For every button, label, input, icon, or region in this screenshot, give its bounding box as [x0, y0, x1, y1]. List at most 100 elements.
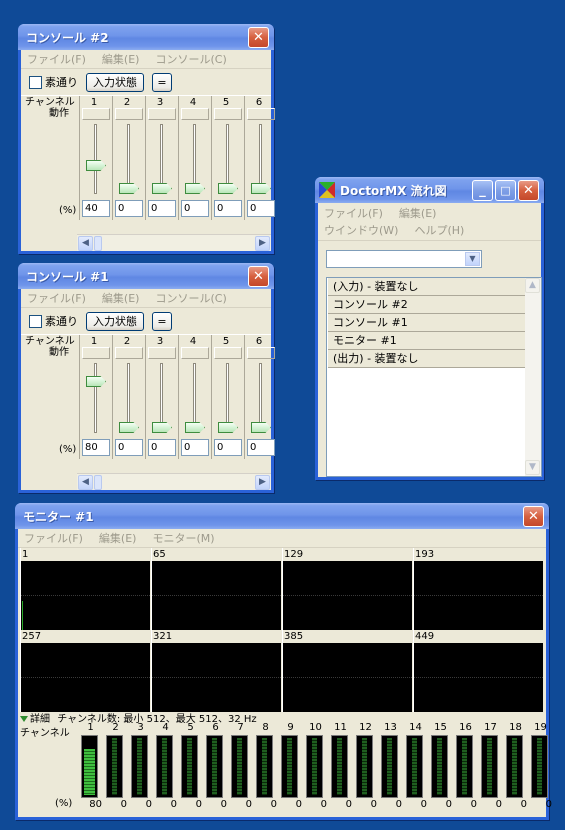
doctormx-titlebar[interactable]: DoctorMX 流れ図 _ □ ✕	[315, 177, 544, 203]
level-input[interactable]: 40	[82, 200, 110, 217]
flow-item-monitor1[interactable]: モニター #1	[328, 332, 526, 350]
menu-edit[interactable]: 編集(E)	[99, 530, 137, 546]
menu-file[interactable]: ファイル(F)	[27, 290, 86, 306]
chevron-down-icon[interactable]: ▼	[465, 252, 480, 266]
fader-thumb[interactable]	[218, 422, 238, 433]
fader-thumb[interactable]	[251, 422, 271, 433]
operation-box[interactable]	[115, 347, 143, 359]
menu-window[interactable]: ウインドウ(W)	[324, 222, 398, 239]
level-input[interactable]: 0	[148, 200, 176, 217]
arrow-left-icon[interactable]: ◀	[78, 236, 93, 251]
channel-strip: 60	[244, 96, 277, 220]
input-state-button[interactable]: 入力状態	[86, 311, 144, 331]
scroll-thumb[interactable]	[94, 236, 102, 251]
meter-value: 0	[470, 799, 477, 810]
equals-button[interactable]: =	[152, 311, 172, 331]
percent-label: (%)	[55, 798, 73, 809]
console1-titlebar[interactable]: コンソール #1 ✕	[18, 263, 274, 289]
fader-track[interactable]	[94, 124, 97, 194]
close-icon[interactable]: ✕	[248, 26, 269, 48]
fader-thumb[interactable]	[152, 422, 172, 433]
level-input[interactable]: 0	[247, 200, 275, 217]
menu-file[interactable]: ファイル(F)	[324, 205, 383, 222]
flow-vscrollbar[interactable]: ▲ ▼	[525, 278, 541, 476]
fader-thumb[interactable]	[185, 422, 205, 433]
console2-titlebar[interactable]: コンソール #2 ✕	[18, 24, 274, 50]
close-icon[interactable]: ✕	[518, 179, 539, 201]
meter-value: 0	[245, 799, 252, 810]
menu-console[interactable]: コンソール(C)	[155, 51, 226, 67]
arrow-right-icon[interactable]: ▶	[255, 236, 270, 251]
console1-hscrollbar[interactable]: ◀ ▶	[77, 473, 271, 490]
fader-track[interactable]	[94, 363, 97, 433]
operation-box[interactable]	[214, 347, 242, 359]
channel-strip: 1 80	[79, 335, 112, 459]
operation-box[interactable]	[115, 108, 143, 120]
menu-file[interactable]: ファイル(F)	[27, 51, 86, 67]
menu-help[interactable]: ヘルプ(H)	[414, 222, 464, 239]
passthrough-label: 素通り	[45, 315, 78, 328]
maximize-icon[interactable]: □	[495, 179, 516, 201]
menu-edit[interactable]: 編集(E)	[102, 51, 140, 67]
scope-start-channel: 1	[20, 548, 150, 561]
monitor-titlebar[interactable]: モニター #1 ✕	[15, 503, 549, 529]
operation-box[interactable]	[214, 108, 242, 120]
operation-box[interactable]	[181, 108, 209, 120]
flow-item-output[interactable]: (出力) - 装置なし	[328, 350, 526, 368]
fader-thumb[interactable]	[152, 183, 172, 194]
level-input[interactable]: 0	[181, 200, 209, 217]
flow-item-input[interactable]: (入力) - 装置なし	[328, 278, 526, 296]
meter-empty	[537, 738, 542, 795]
level-input[interactable]: 0	[115, 439, 143, 456]
scope-screen	[413, 643, 543, 712]
level-input[interactable]: 80	[82, 439, 110, 456]
level-input[interactable]: 0	[247, 439, 275, 456]
input-state-button[interactable]: 入力状態	[86, 72, 144, 92]
menu-edit[interactable]: 編集(E)	[399, 205, 437, 222]
device-dropdown[interactable]: ▼	[326, 250, 482, 268]
menu-file[interactable]: ファイル(F)	[24, 530, 83, 546]
operation-box[interactable]	[247, 108, 275, 120]
level-input[interactable]: 0	[115, 200, 143, 217]
fader-thumb[interactable]	[119, 422, 139, 433]
doctormx-title: DoctorMX 流れ図	[340, 183, 447, 198]
close-icon[interactable]: ✕	[248, 265, 269, 287]
channel-strip: 50	[211, 96, 244, 220]
fader-thumb[interactable]	[86, 376, 106, 387]
fader-thumb[interactable]	[86, 160, 106, 171]
menu-monitor[interactable]: モニター(M)	[152, 530, 214, 546]
level-input[interactable]: 0	[214, 439, 242, 456]
level-input[interactable]: 0	[181, 439, 209, 456]
operation-box[interactable]	[148, 108, 176, 120]
level-input[interactable]: 0	[148, 439, 176, 456]
minimize-icon[interactable]: _	[472, 179, 493, 201]
flow-item-console2[interactable]: コンソール #2	[328, 296, 526, 314]
operation-box[interactable]	[247, 347, 275, 359]
passthrough-checkbox[interactable]	[29, 75, 42, 89]
flow-item-console1[interactable]: コンソール #1	[328, 314, 526, 332]
passthrough-checkbox[interactable]	[29, 314, 42, 328]
operation-box[interactable]	[148, 347, 176, 359]
arrow-left-icon[interactable]: ◀	[78, 475, 93, 490]
console2-hscrollbar[interactable]: ◀ ▶	[77, 234, 271, 251]
level-input[interactable]: 0	[214, 200, 242, 217]
scroll-thumb[interactable]	[94, 475, 102, 490]
arrow-down-icon[interactable]: ▼	[525, 460, 540, 475]
fader-thumb[interactable]	[218, 183, 238, 194]
equals-button[interactable]: =	[152, 72, 172, 92]
fader-thumb[interactable]	[119, 183, 139, 194]
fader-thumb[interactable]	[251, 183, 271, 194]
menu-console[interactable]: コンソール(C)	[155, 290, 226, 306]
channel-label: チャンネル	[20, 728, 70, 739]
operation-box[interactable]	[82, 108, 110, 120]
arrow-right-icon[interactable]: ▶	[255, 475, 270, 490]
operation-box[interactable]	[82, 347, 110, 359]
menu-edit[interactable]: 編集(E)	[102, 290, 140, 306]
channel-meter: 12 0	[353, 722, 378, 810]
close-icon[interactable]: ✕	[523, 505, 544, 527]
meter-empty	[462, 738, 467, 795]
fader-thumb[interactable]	[185, 183, 205, 194]
meter-number: 16	[459, 722, 472, 733]
operation-box[interactable]	[181, 347, 209, 359]
arrow-up-icon[interactable]: ▲	[525, 278, 540, 293]
